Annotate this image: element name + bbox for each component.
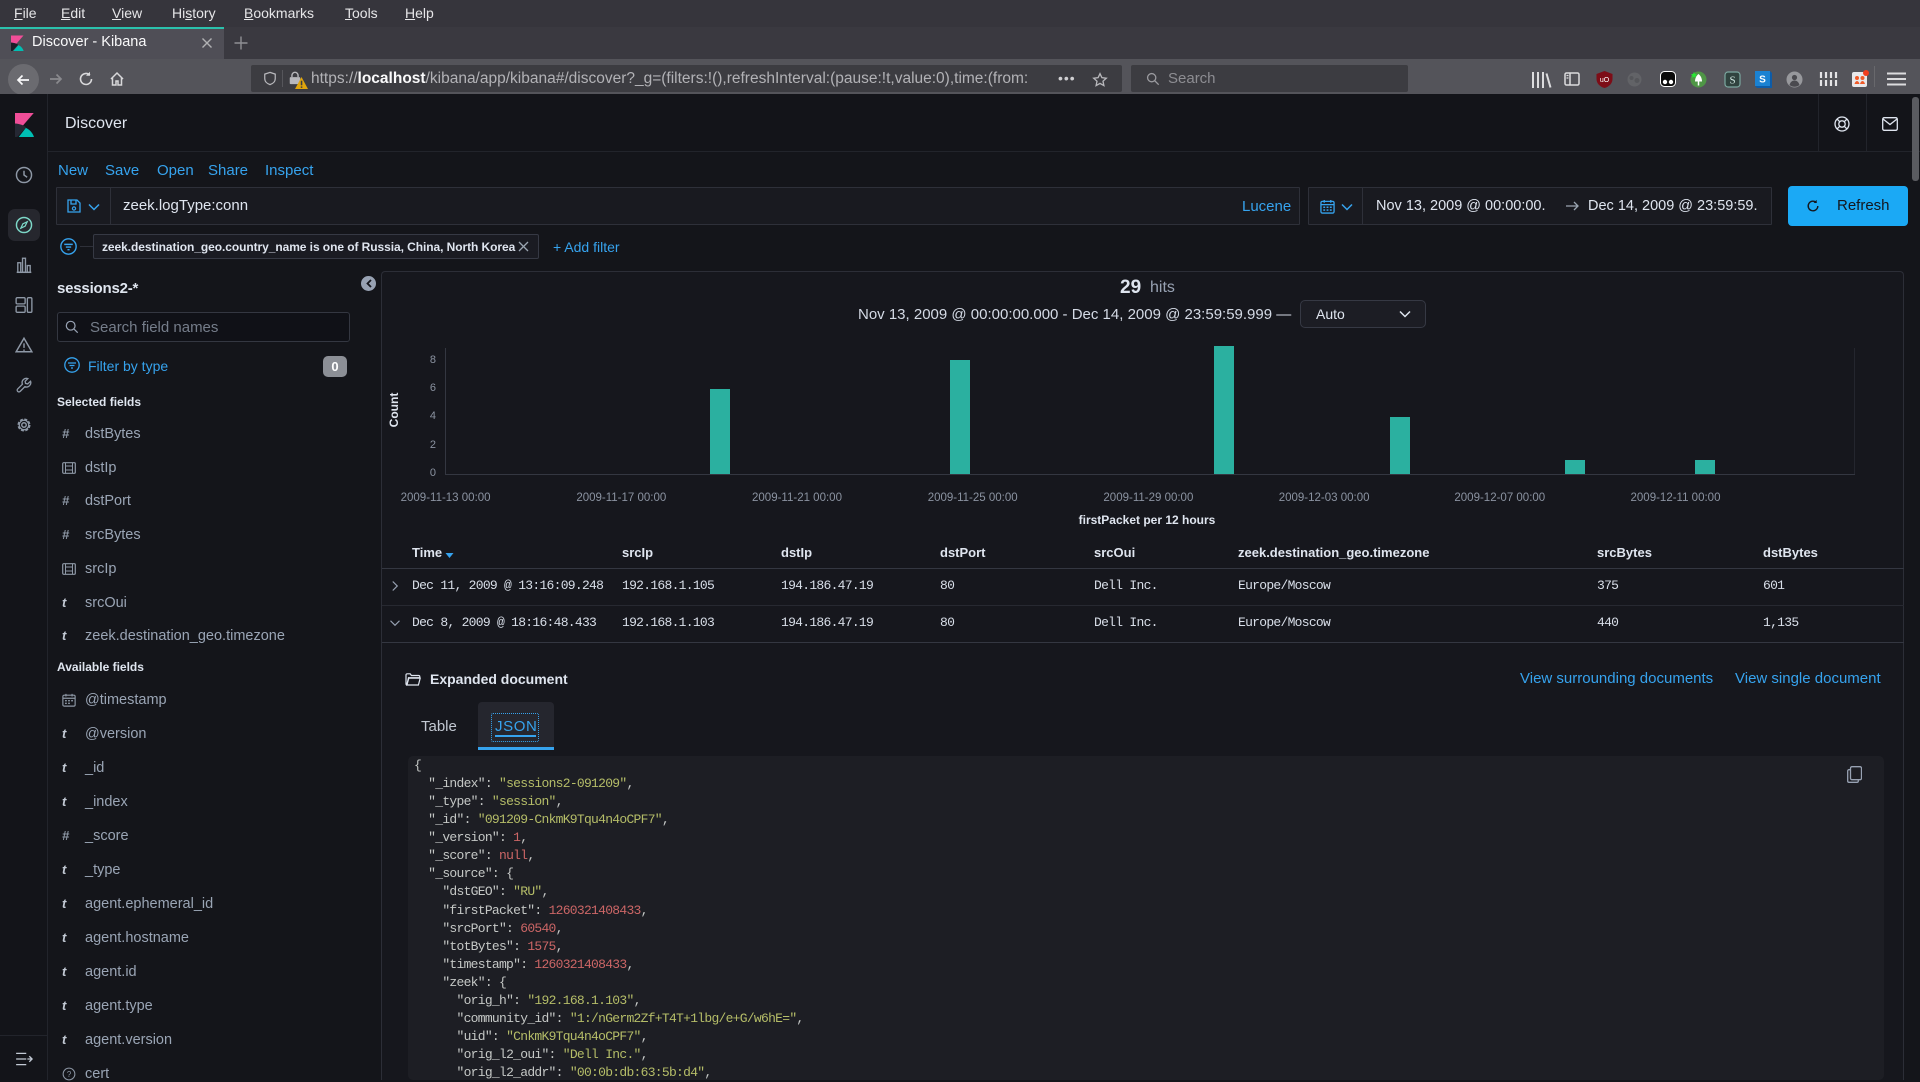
svg-text:S: S <box>1759 75 1766 86</box>
svg-text:?: ? <box>67 1070 72 1079</box>
svg-text:uO: uO <box>1600 77 1610 84</box>
svg-text:S: S <box>1729 75 1735 87</box>
